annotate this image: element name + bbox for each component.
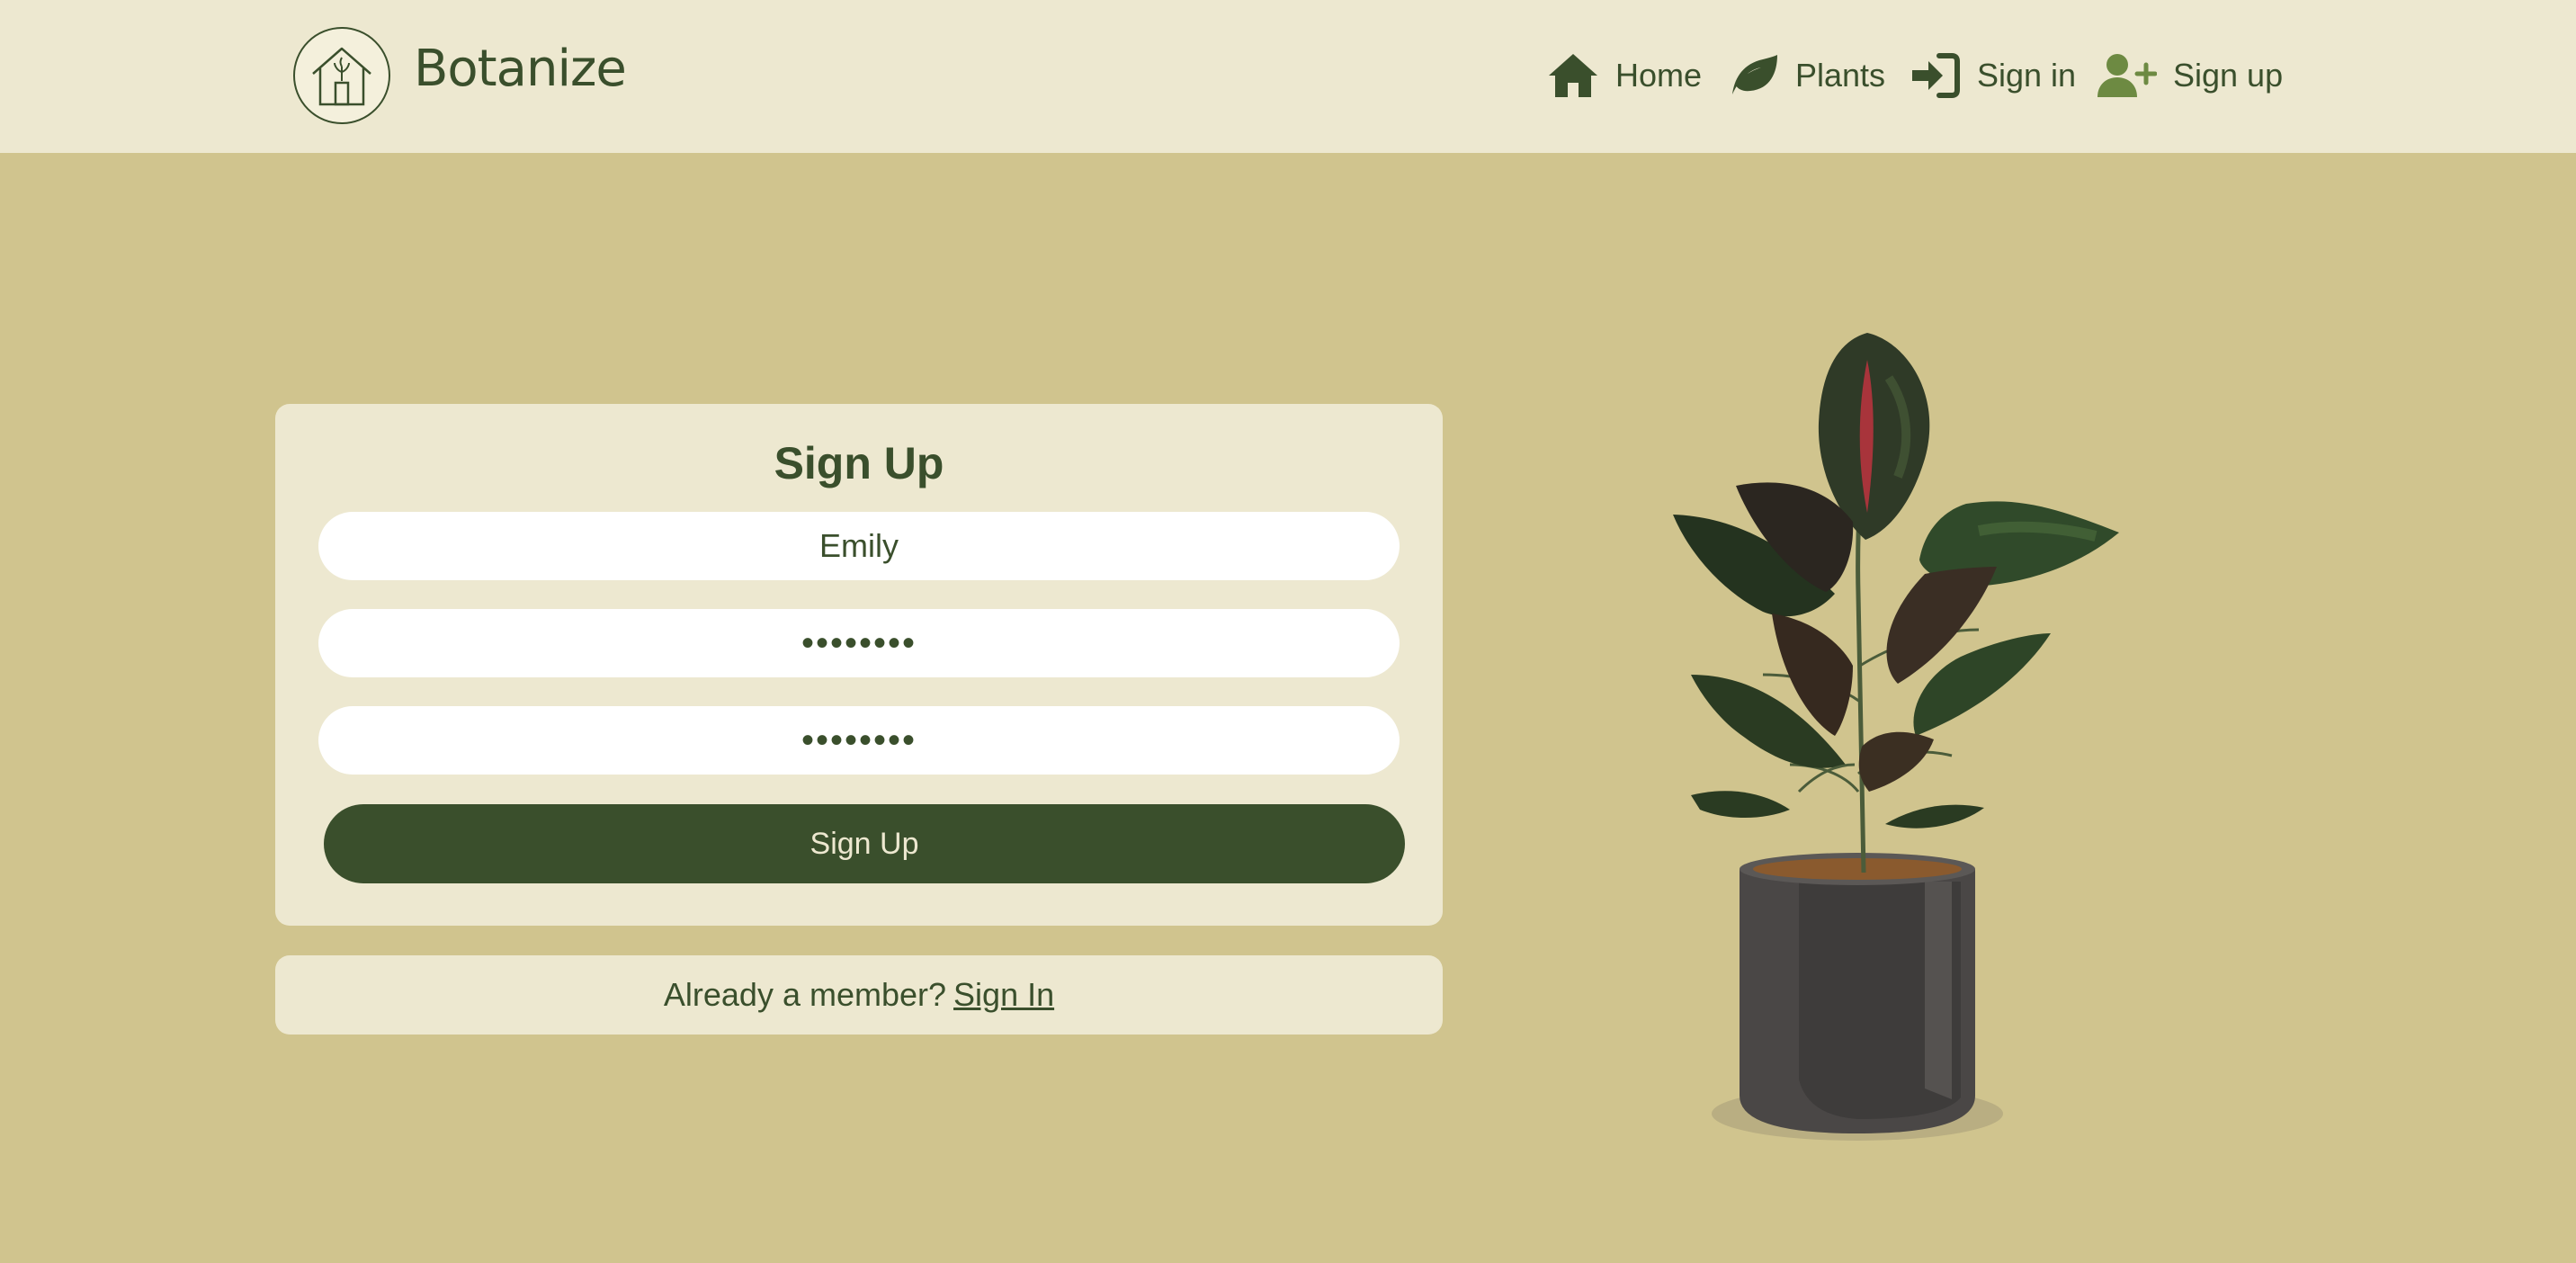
nav-sign-in-label: Sign in — [1977, 57, 2077, 94]
nav-plants-label: Plants — [1795, 57, 1886, 94]
nav-sign-up[interactable]: Sign up — [2097, 47, 2283, 104]
top-navbar: Botanize Home Plants Sign in Sign up — [0, 0, 2576, 153]
already-member-text: Already a member? — [663, 976, 947, 1013]
nav-sign-in[interactable]: Sign in — [1910, 47, 2076, 104]
already-member-box: Already a member? Sign In — [275, 955, 1443, 1035]
potted-plant-illustration — [1673, 333, 2119, 1141]
nav-plants[interactable]: Plants — [1729, 47, 1885, 104]
nav-sign-up-label: Sign up — [2173, 57, 2284, 94]
username-input[interactable] — [318, 512, 1400, 580]
logo[interactable] — [293, 27, 390, 124]
nav-home[interactable]: Home — [1547, 47, 1702, 104]
user-plus-icon — [2097, 54, 2157, 97]
house-sprout-icon — [312, 47, 371, 106]
nav-home-label: Home — [1615, 57, 1703, 94]
leaf-icon — [1732, 55, 1777, 94]
confirm-password-input[interactable] — [318, 706, 1400, 775]
password-input[interactable] — [318, 609, 1400, 677]
sign-up-button[interactable]: Sign Up — [324, 804, 1405, 883]
home-icon — [1549, 54, 1597, 97]
form-title: Sign Up — [774, 438, 944, 488]
brand-name[interactable]: Botanize — [414, 40, 627, 98]
sign-in-link[interactable]: Sign In — [953, 976, 1054, 1014]
sign-in-icon — [1912, 53, 1960, 98]
